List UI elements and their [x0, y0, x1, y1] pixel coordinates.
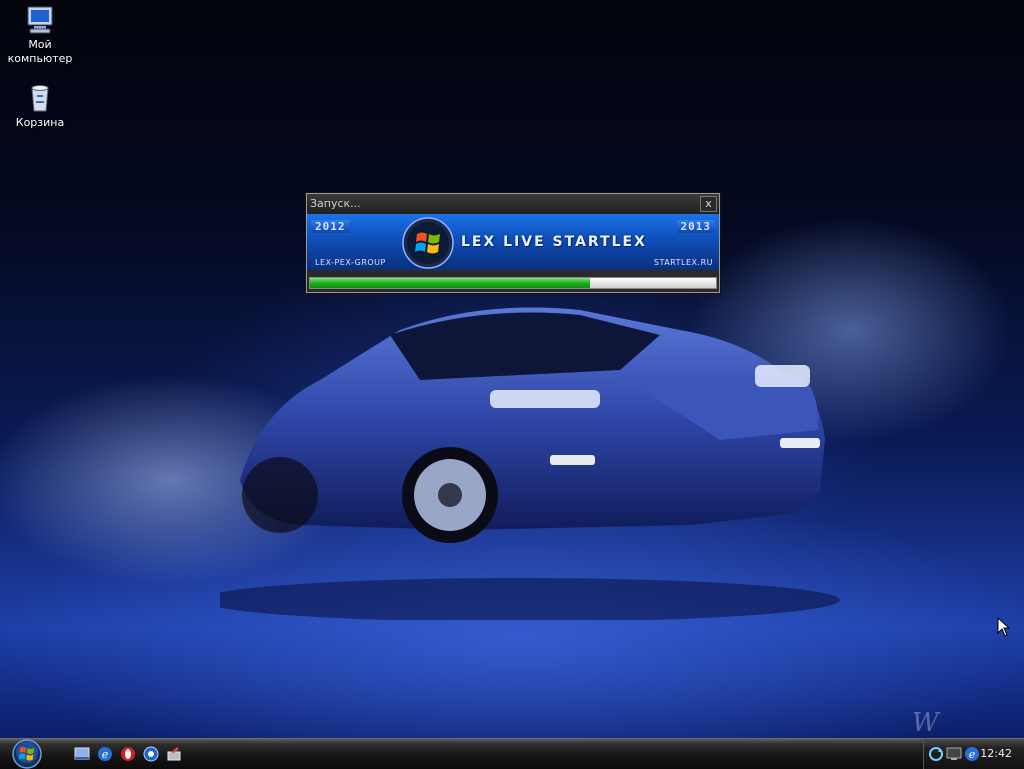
- media-player-icon[interactable]: [143, 746, 159, 762]
- my-computer-icon: [27, 6, 53, 34]
- wallpaper-watermark: W: [912, 708, 939, 738]
- monitor-icon[interactable]: [946, 746, 962, 762]
- year-left-label: 2012: [311, 220, 350, 233]
- progress-fill: [310, 278, 591, 288]
- mouse-cursor-icon: [997, 617, 1011, 637]
- car-wallpaper-image: [220, 307, 840, 620]
- group-label: LEX-PEX-GROUP: [315, 258, 386, 267]
- clock[interactable]: 12:42: [980, 747, 1012, 760]
- show-desktop-icon[interactable]: [74, 746, 90, 762]
- ie-tray-icon[interactable]: e: [964, 746, 980, 762]
- desktop-background: Мой компьютер Корзина W: [0, 0, 1024, 738]
- ie-icon[interactable]: e: [97, 746, 113, 762]
- tool-icon[interactable]: [166, 746, 182, 762]
- app-name-label: LEX LIVE STARTLEX: [461, 234, 647, 250]
- windows-logo-icon: [402, 217, 454, 269]
- svg-text:e: e: [969, 748, 976, 761]
- desktop-icon-my-computer[interactable]: Мой компьютер: [2, 4, 78, 66]
- year-right-label: 2013: [676, 220, 715, 233]
- startup-progress-bar: [309, 277, 717, 289]
- desktop-icon-recycle-bin[interactable]: Корзина: [2, 82, 78, 130]
- desktop-icon-label: Мой компьютер: [7, 38, 73, 65]
- system-tray: e 12:42: [923, 739, 1024, 769]
- opera-icon[interactable]: [120, 746, 136, 762]
- splash-banner: 2012 2013 LEX LIVE STARTLEX LEX-PEX-GROU…: [307, 214, 719, 270]
- splash-titlebar[interactable]: Запуск... x: [307, 194, 719, 214]
- taskbar: e e 12:42: [0, 738, 1024, 769]
- start-button[interactable]: [8, 739, 46, 769]
- recycle-bin-icon: [31, 85, 49, 112]
- splash-title: Запуск...: [310, 197, 361, 210]
- refresh-icon[interactable]: [928, 746, 944, 762]
- desktop-icon-label: Корзина: [15, 116, 65, 129]
- close-icon: x: [705, 197, 712, 210]
- site-label: STARTLEX.RU: [653, 258, 713, 267]
- startup-splash-window: Запуск... x 2012 2013 LEX LIVE STARTLEX …: [306, 193, 720, 293]
- close-button[interactable]: x: [700, 196, 717, 212]
- svg-text:e: e: [102, 748, 109, 761]
